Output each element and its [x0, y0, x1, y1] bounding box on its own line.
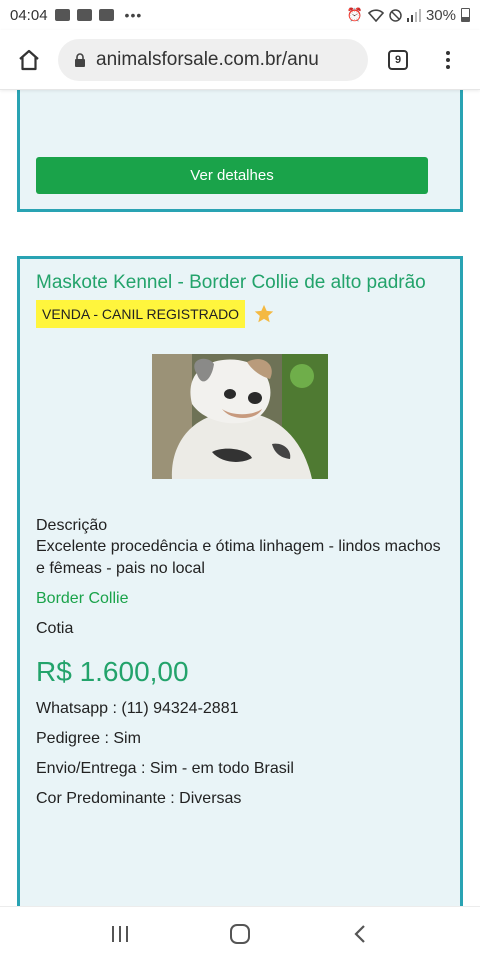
puppy-image — [152, 354, 328, 479]
lock-icon — [75, 52, 85, 67]
more-vert-icon[interactable] — [428, 30, 468, 90]
shipping-text: Envio/Entrega : Sim - em todo Brasil — [36, 760, 294, 777]
recents-icon — [112, 925, 128, 942]
more-notifications-icon: ••• — [124, 7, 143, 23]
status-time: 04:04 — [10, 6, 48, 24]
details-button[interactable]: Ver detalhes — [36, 157, 428, 194]
back-button[interactable] — [330, 907, 390, 960]
color-text: Cor Predominante : Diversas — [36, 790, 242, 807]
system-nav-bar — [0, 906, 480, 960]
do-not-disturb-icon — [389, 8, 402, 22]
recents-button[interactable] — [90, 907, 150, 960]
alarm-icon: ⏰ — [346, 7, 363, 22]
listing-title[interactable]: Maskote Kennel - Border Collie de alto p… — [36, 272, 444, 293]
home-button[interactable] — [0, 30, 58, 90]
tab-switcher-button[interactable]: 9 — [368, 30, 428, 90]
gallery-notification-icon — [54, 9, 70, 21]
url-text: animalsforsale.com.br/anu — [96, 48, 319, 70]
battery-icon — [461, 8, 470, 22]
listing-card: Maskote Kennel - Border Collie de alto p… — [17, 256, 463, 906]
price-text: R$ 1.600,00 — [36, 656, 189, 687]
listing-badge: VENDA - CANIL REGISTRADO — [36, 300, 246, 328]
status-bar: 04:04 ••• ⏰ 30% — [0, 0, 480, 30]
nav-home-button[interactable] — [210, 907, 270, 960]
battery-percent: 30% — [425, 6, 456, 24]
pedigree-text: Pedigree : Sim — [36, 730, 141, 747]
signal-icon — [406, 8, 421, 22]
address-bar[interactable]: animalsforsale.com.br/anu — [58, 38, 368, 81]
browser-toolbar: animalsforsale.com.br/anu 9 — [0, 30, 480, 90]
mail-notification-icon — [98, 9, 114, 21]
description-text: Excelente procedência e ótima linhagem -… — [36, 538, 441, 577]
previous-listing-card: Ver detalhes — [17, 90, 463, 212]
home-icon — [19, 49, 39, 70]
whatsapp-text: Whatsapp : (11) 94324-2881 — [36, 700, 239, 717]
listing-photo[interactable] — [152, 354, 328, 479]
badge-row: VENDA - CANIL REGISTRADO — [36, 300, 444, 328]
nav-home-icon — [230, 923, 250, 944]
breed-link[interactable]: Border Collie — [36, 590, 444, 608]
back-icon — [354, 924, 365, 943]
mail-notification-icon — [76, 9, 92, 21]
description-label: Descrição — [36, 517, 108, 534]
wifi-icon — [367, 8, 384, 22]
page-content: Ver detalhes Maskote Kennel - Border Col… — [0, 90, 480, 906]
city-text: Cotia — [36, 620, 74, 637]
tab-count: 9 — [388, 49, 408, 70]
star-icon — [254, 304, 274, 323]
